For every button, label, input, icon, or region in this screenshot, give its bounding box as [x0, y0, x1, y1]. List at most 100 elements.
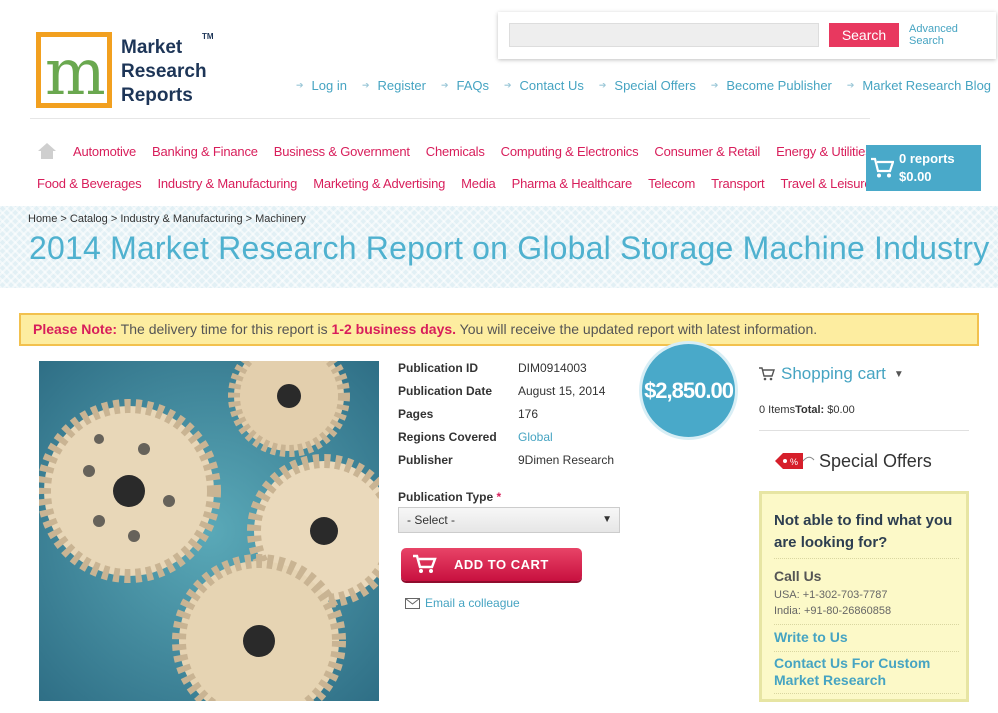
logo-line1: Market — [121, 37, 183, 58]
shopping-cart-summary: 0 ItemsTotal: $0.00 — [759, 404, 855, 416]
price-tag-icon: % — [775, 453, 815, 469]
special-offers-link[interactable]: ➔ Special Offers — [599, 77, 696, 93]
contact-us-link[interactable]: ➔ Contact Us — [504, 77, 584, 93]
help-separator — [774, 693, 959, 694]
note-text1: The delivery time for this report is — [117, 321, 332, 337]
detail-label: Pages — [398, 407, 434, 421]
detail-value: August 15, 2014 — [518, 384, 606, 398]
email-colleague-link[interactable]: Email a colleague — [405, 596, 520, 610]
note-label: Please Note: — [33, 321, 118, 337]
search-input[interactable] — [509, 23, 819, 47]
note-text2: You will receive the updated report with… — [456, 321, 818, 337]
sidebar-divider — [759, 430, 969, 431]
category-food-beverages[interactable]: Food & Beverages — [37, 176, 142, 194]
category-travel-leisure[interactable]: Travel & Leisure — [780, 176, 871, 194]
top-links-bar: ➔ Log in ➔ Register ➔ FAQs ➔ Contact Us ➔ Spe… — [296, 77, 991, 93]
category-marketing-advertising[interactable]: Marketing & Advertising — [313, 176, 445, 194]
help-box: Not able to find what you are looking fo… — [759, 491, 969, 702]
dropdown-caret-icon: ▼ — [602, 514, 612, 525]
phone-india: India: +91-80-26860858 — [774, 605, 892, 617]
cart-count: 0 reports — [899, 151, 955, 166]
write-to-us-link[interactable]: Write to Us — [774, 629, 959, 646]
svg-text:%: % — [790, 457, 798, 467]
category-chemicals[interactable]: Chemicals — [426, 144, 485, 162]
publication-type-text: Publication Type — [398, 490, 494, 504]
category-energy-utilities[interactable]: Energy & Utilities — [776, 144, 872, 162]
arrow-right-icon: ➔ — [846, 79, 855, 90]
register-link[interactable]: ➔ Register — [362, 77, 426, 93]
category-computing-electronics[interactable]: Computing & Electronics — [501, 144, 639, 162]
price-badge: $2,850.00 — [639, 341, 738, 440]
publication-type-select[interactable]: - Select - ▼ — [398, 507, 620, 533]
category-telecom[interactable]: Telecom — [648, 176, 695, 194]
category-banking-finance[interactable]: Banking & Finance — [152, 144, 258, 162]
arrow-right-icon: ➔ — [598, 79, 607, 90]
cart-total-value: $0.00 — [827, 404, 855, 416]
add-to-cart-label: ADD TO CART — [454, 557, 549, 572]
become-publisher-link[interactable]: ➔ Become Publisher — [711, 77, 832, 93]
header-cart-button[interactable]: 0 reports $0.00 — [866, 145, 981, 191]
blog-link[interactable]: ➔ Market Research Blog — [847, 77, 991, 93]
category-transport[interactable]: Transport — [711, 176, 765, 194]
detail-publication-id: Publication ID DIM0914003 — [398, 361, 638, 377]
detail-label: Regions Covered — [398, 430, 497, 444]
shopping-cart-header[interactable]: Shopping cart ▼ — [759, 364, 904, 384]
detail-label: Publication ID — [398, 361, 479, 375]
logo-line2: Research — [121, 61, 207, 82]
logo-mark: m — [36, 32, 112, 110]
delivery-note: Please Note: The delivery time for this … — [19, 313, 979, 346]
faqs-link[interactable]: ➔ FAQs — [441, 77, 489, 93]
publication-type-label: Publication Type * — [398, 490, 501, 504]
cart-total: $0.00 — [899, 169, 932, 184]
help-separator — [774, 558, 959, 559]
chevron-down-icon: ▼ — [893, 368, 904, 380]
select-value: - Select - — [407, 513, 456, 527]
category-automotive[interactable]: Automotive — [73, 144, 136, 162]
shopping-cart-title: Shopping cart — [781, 364, 886, 383]
regions-link[interactable]: Global — [518, 430, 553, 444]
advanced-search-line2: Search — [909, 35, 944, 47]
title-banner: Home > Catalog > Industry & Manufacturin… — [0, 206, 998, 288]
custom-research-link[interactable]: Contact Us For Custom Market Research — [774, 655, 959, 689]
add-to-cart-button[interactable]: ADD TO CART — [401, 548, 582, 581]
cart-icon — [759, 367, 775, 381]
cart-icon — [413, 554, 437, 573]
login-link[interactable]: ➔ Log in — [296, 77, 347, 93]
advanced-search-link[interactable]: Advanced Search — [909, 23, 969, 47]
email-colleague-label: Email a colleague — [425, 596, 520, 610]
cart-items: 0 Items — [759, 404, 796, 416]
detail-regions: Regions Covered Global — [398, 430, 638, 446]
product-image — [39, 361, 379, 701]
detail-publication-date: Publication Date August 15, 2014 — [398, 384, 638, 400]
category-nav-row2: Food & Beverages Industry & Manufacturin… — [37, 176, 887, 194]
faqs-label: FAQs — [456, 77, 489, 93]
logo-wordmark: Market Research Reports — [121, 36, 207, 108]
arrow-right-icon: ➔ — [440, 79, 449, 90]
category-business-government[interactable]: Business & Government — [274, 144, 410, 162]
arrow-right-icon: ➔ — [504, 79, 512, 90]
special-offers-block[interactable]: % Special Offers — [773, 450, 932, 472]
detail-value: 9Dimen Research — [518, 453, 615, 467]
category-media[interactable]: Media — [461, 176, 496, 194]
home-icon[interactable] — [38, 143, 56, 159]
special-offers-title: Special Offers — [819, 450, 932, 471]
help-question: Not able to find what you are looking fo… — [774, 512, 953, 551]
breadcrumb[interactable]: Home > Catalog > Industry & Manufacturin… — [28, 213, 306, 225]
category-consumer-retail[interactable]: Consumer & Retail — [654, 144, 760, 162]
help-separator — [774, 651, 959, 652]
call-us-heading: Call Us — [774, 568, 822, 584]
category-industry-manufacturing[interactable]: Industry & Manufacturing — [157, 176, 297, 194]
search-button[interactable]: Search — [829, 23, 899, 47]
contact-us-label: Contact Us — [519, 77, 584, 93]
site-logo[interactable]: m Market Research Reports TM — [36, 32, 216, 112]
category-nav-row1: Automotive Banking & Finance Business & … — [73, 144, 888, 162]
logo-line3: Reports — [121, 85, 193, 106]
arrow-right-icon: ➔ — [296, 79, 304, 90]
note-highlight: 1-2 business days. — [331, 321, 457, 337]
detail-publisher: Publisher 9Dimen Research — [398, 453, 638, 469]
cart-total-label: Total: — [795, 404, 825, 416]
arrow-right-icon: ➔ — [361, 79, 370, 90]
detail-label: Publication Date — [398, 384, 493, 398]
category-pharma-healthcare[interactable]: Pharma & Healthcare — [512, 176, 633, 194]
logo-letter: m — [45, 36, 106, 110]
